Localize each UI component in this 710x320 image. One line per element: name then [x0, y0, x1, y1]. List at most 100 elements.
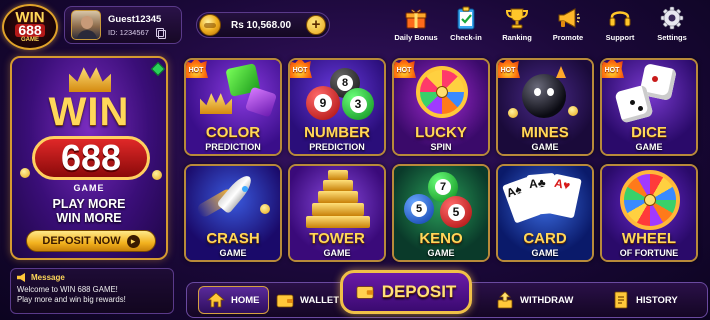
- home-icon: [207, 291, 225, 309]
- user-id-row: ID: 1234567: [108, 27, 166, 39]
- game-tile-wheel-of-fortune[interactable]: WHEEL OF FORTUNE: [600, 164, 698, 262]
- document-icon: [612, 291, 630, 309]
- topnav-promote[interactable]: Promote: [542, 6, 594, 42]
- message-panel[interactable]: Message Welcome to WIN 688 GAME! Play mo…: [10, 268, 174, 314]
- topnav-label: Settings: [657, 33, 687, 42]
- game-title: TOWER: [309, 230, 365, 247]
- speaker-icon: [17, 273, 25, 282]
- message-line2: Play more and win big rewards!: [17, 295, 126, 304]
- game-tile-color-prediction[interactable]: HOT COLOR PREDICTION: [184, 58, 282, 156]
- wallet-icon: [276, 291, 294, 309]
- coin-icon: [152, 170, 162, 180]
- nav-home[interactable]: HOME: [198, 286, 269, 314]
- coin-icon: [20, 168, 30, 178]
- game-tile-keno-game[interactable]: 7 5 5 KENO GAME: [392, 164, 490, 262]
- game-subtitle: OF FORTUNE: [619, 248, 679, 258]
- game-title: CRASH: [206, 230, 260, 247]
- deposit-now-label: DEPOSIT NOW: [42, 235, 121, 247]
- game-title: COLOR: [205, 124, 261, 141]
- gift-icon: [404, 6, 428, 30]
- game-subtitle: GAME: [635, 142, 663, 152]
- copy-icon[interactable]: [155, 27, 166, 39]
- topnav-support[interactable]: Support: [594, 6, 646, 42]
- game-title: KENO: [419, 230, 463, 247]
- game-subtitle: SPIN: [430, 142, 452, 152]
- balance-pill: Rs 10,568.00 +: [196, 12, 330, 38]
- gear-icon: [660, 6, 684, 30]
- clipboard-check-icon: [454, 6, 478, 30]
- game-tile-number-prediction[interactable]: 8 9 3 HOT NUMBER PREDICTION: [288, 58, 386, 156]
- game-title: DICE: [631, 124, 667, 141]
- withdraw-icon: [496, 291, 514, 309]
- game-title: WHEEL: [621, 230, 677, 247]
- promo-slogan-line1: PLAY MORE: [52, 197, 126, 211]
- topnav-daily-bonus[interactable]: Daily Bonus: [390, 6, 442, 42]
- game-title: MINES: [521, 124, 569, 141]
- game-title: CARD: [523, 230, 567, 247]
- user-id: ID: 1234567: [108, 27, 149, 37]
- topnav-label: Check-in: [450, 33, 482, 42]
- game-subtitle: GAME: [531, 142, 559, 152]
- promo-slogan-line2: WIN MORE: [56, 211, 122, 225]
- nav-wallet-label: WALLET: [300, 294, 340, 306]
- game-tile-crash-game[interactable]: CRASH GAME: [184, 164, 282, 262]
- game-subtitle: GAME: [219, 248, 247, 258]
- game-subtitle: GAME: [427, 248, 455, 258]
- topnav-settings[interactable]: Settings: [646, 6, 698, 42]
- megaphone-icon: [556, 6, 580, 30]
- promo-win: WIN: [48, 90, 130, 134]
- ball-icon: 5: [404, 194, 434, 224]
- game-title: LUCKY: [415, 124, 467, 141]
- crown-icon: [200, 93, 232, 114]
- brand-logo: WIN 688 GAME: [2, 4, 58, 50]
- game-subtitle: PREDICTION: [309, 142, 365, 152]
- wallet-icon: [356, 283, 374, 301]
- promo-game: GAME: [73, 183, 105, 193]
- deposit-now-button[interactable]: DEPOSIT NOW ▸: [26, 230, 156, 252]
- game-tile-tower-game[interactable]: TOWER GAME: [288, 164, 386, 262]
- game-subtitle: PREDICTION: [205, 142, 261, 152]
- logo-line3: GAME: [21, 36, 39, 43]
- profile-card[interactable]: Guest12345 ID: 1234567: [64, 6, 182, 44]
- game-subtitle: GAME: [323, 248, 351, 258]
- crown-icon: [69, 67, 111, 92]
- game-tile-lucky-spin[interactable]: HOT LUCKY SPIN: [392, 58, 490, 156]
- bomb-icon: [522, 74, 566, 118]
- topnav-label: Support: [605, 33, 635, 42]
- avatar[interactable]: [71, 10, 101, 40]
- game-tile-dice-game[interactable]: HOT DICE GAME: [600, 58, 698, 156]
- trophy-icon: [505, 6, 529, 30]
- nav-history-label: HISTORY: [636, 294, 678, 306]
- nav-withdraw-label: WITHDRAW: [520, 294, 574, 306]
- topnav-check-in[interactable]: Check-in: [440, 6, 492, 42]
- headset-icon: [608, 6, 632, 30]
- message-line1: Welcome to WIN 688 GAME!: [17, 285, 118, 294]
- game-title: NUMBER: [304, 124, 370, 141]
- message-title: Message: [31, 273, 65, 282]
- coin-icon: [199, 14, 221, 36]
- ball-icon: 9: [306, 86, 340, 120]
- nav-history[interactable]: HISTORY: [612, 286, 678, 314]
- nav-wallet[interactable]: WALLET: [276, 286, 339, 314]
- balance-amount: Rs 10,568.00: [231, 19, 292, 31]
- game-tile-mines-game[interactable]: HOT MINES GAME: [496, 58, 594, 156]
- promo-banner[interactable]: WIN 688 GAME PLAY MORE WIN MORE DEPOSIT …: [10, 56, 168, 260]
- nav-home-label: HOME: [231, 294, 260, 306]
- topnav-label: Daily Bonus: [394, 33, 438, 42]
- logo-line2: 688: [15, 23, 45, 37]
- gem-icon: [150, 61, 166, 77]
- ball-icon: 5: [440, 196, 472, 228]
- topnav-label: Ranking: [502, 33, 532, 42]
- game-tile-card-game[interactable]: A♠ A♣ A♥ CARD GAME: [496, 164, 594, 262]
- deposit-button[interactable]: DEPOSIT: [340, 270, 472, 314]
- ball-icon: 3: [342, 88, 374, 120]
- arrow-right-icon: ▸: [126, 234, 140, 248]
- add-funds-button[interactable]: +: [306, 15, 326, 35]
- topnav-ranking[interactable]: Ranking: [491, 6, 543, 42]
- topnav-label: Promote: [552, 33, 584, 42]
- promo-slogan: PLAY MORE WIN MORE: [12, 197, 166, 225]
- deposit-label: DEPOSIT: [381, 282, 457, 301]
- game-subtitle: GAME: [531, 248, 559, 258]
- username: Guest12345: [108, 13, 162, 25]
- nav-withdraw[interactable]: WITHDRAW: [496, 286, 573, 314]
